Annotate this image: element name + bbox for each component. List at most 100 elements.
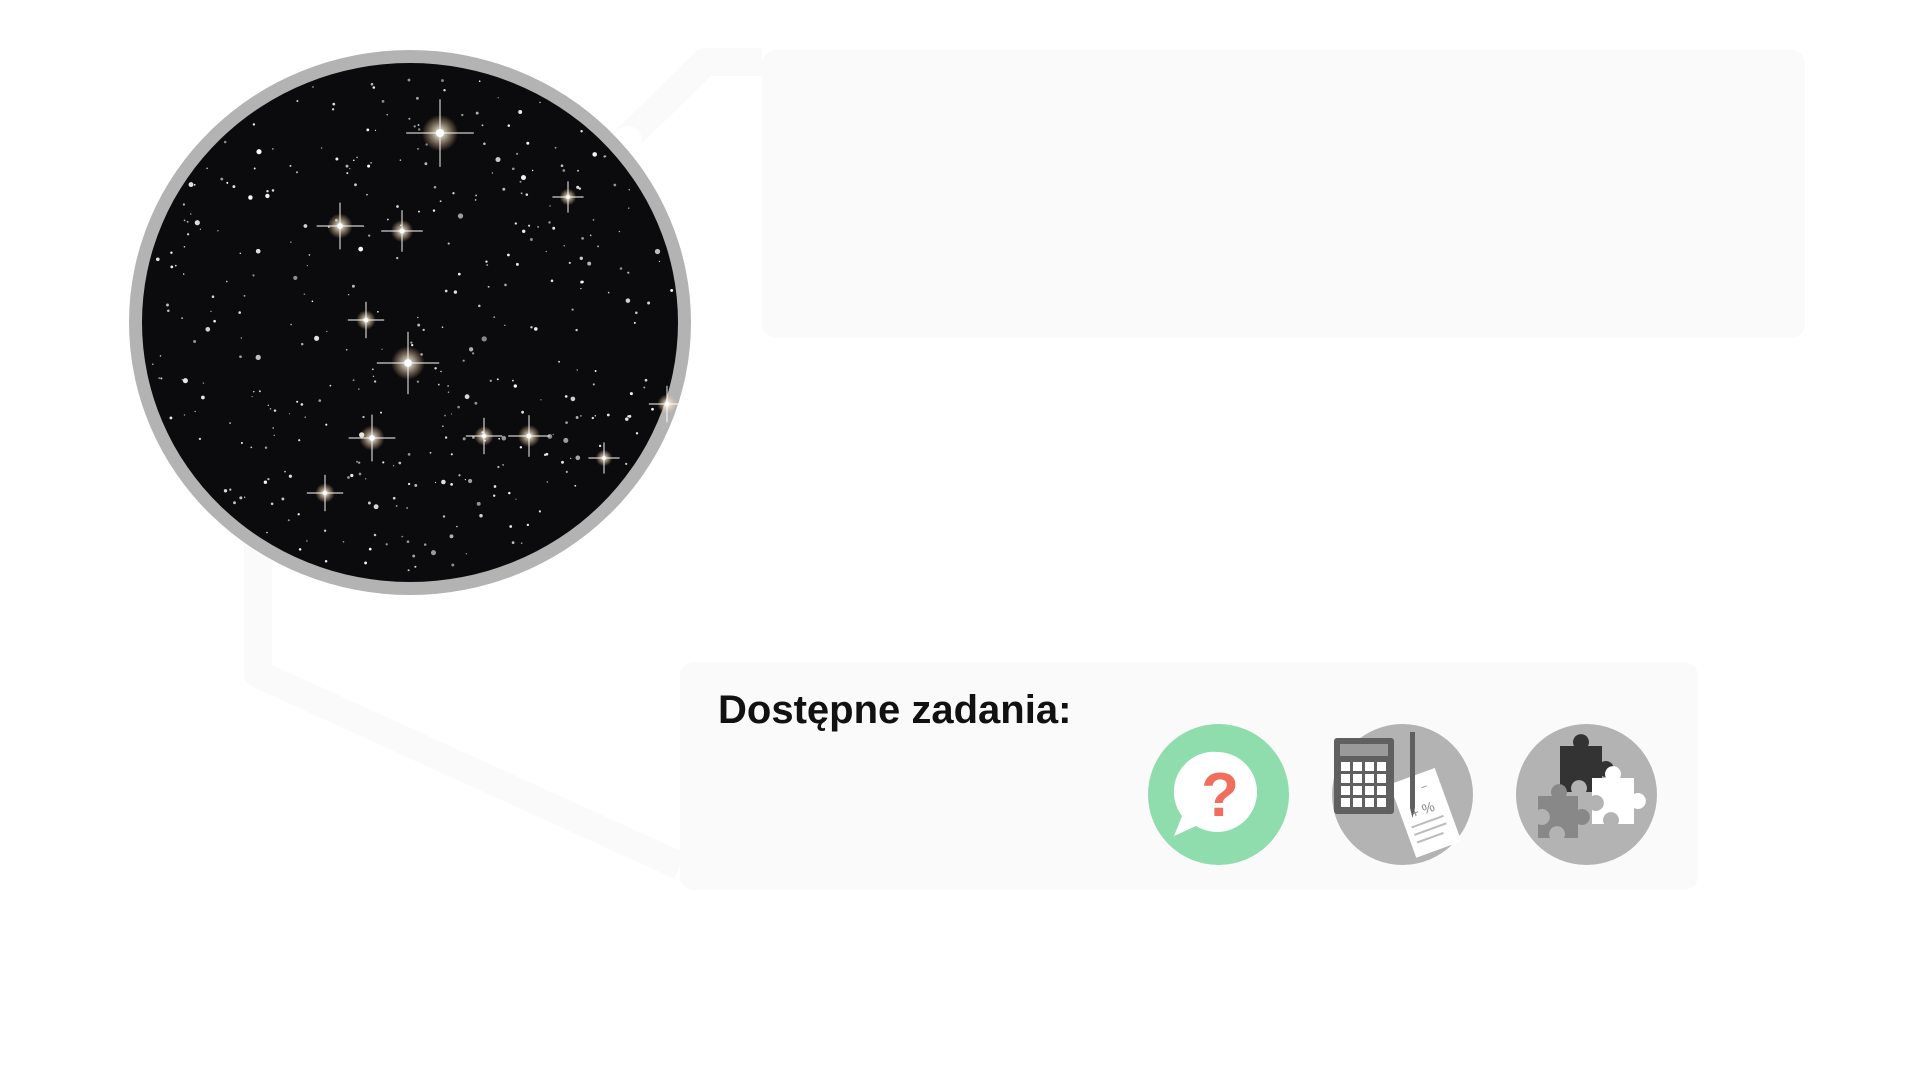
star: [233, 501, 236, 505]
star: [407, 78, 411, 82]
star: [456, 525, 458, 528]
star: [521, 410, 524, 414]
star: [525, 193, 529, 196]
star: [211, 295, 215, 298]
puzzle-task-button[interactable]: [1516, 724, 1657, 865]
star: [443, 88, 446, 92]
star: [495, 156, 501, 163]
star: [478, 304, 481, 308]
star: [493, 485, 497, 488]
star: [392, 464, 395, 467]
star: [464, 394, 470, 400]
star: [287, 519, 290, 522]
star: [651, 407, 654, 411]
star: [300, 342, 304, 346]
star: [531, 169, 534, 172]
star: [502, 187, 506, 191]
star: [167, 309, 170, 312]
star: [537, 225, 540, 228]
star: [581, 237, 584, 240]
star: [303, 293, 306, 296]
star: [597, 245, 600, 248]
star: [225, 280, 228, 283]
star: [476, 501, 481, 506]
star: [290, 323, 292, 326]
star: [417, 316, 419, 319]
star: [474, 401, 478, 405]
star: [442, 425, 444, 428]
star: [558, 360, 560, 363]
star: [498, 437, 501, 440]
star: [504, 283, 507, 287]
star: [497, 97, 499, 99]
star: [504, 324, 506, 327]
star: [561, 460, 564, 464]
star: [576, 369, 578, 371]
star: [335, 157, 339, 161]
star: [243, 294, 246, 297]
star: [587, 261, 592, 266]
star: [412, 554, 416, 558]
star: [511, 167, 515, 171]
star: [297, 513, 300, 516]
star: [253, 167, 256, 170]
star: [432, 209, 436, 212]
star: [181, 379, 183, 381]
star: [401, 535, 404, 538]
star: [183, 219, 186, 222]
star: [415, 96, 419, 100]
star: [563, 437, 569, 443]
star: [440, 370, 442, 373]
star-cluster-image: [129, 50, 691, 595]
star: [529, 237, 533, 242]
star: [367, 501, 371, 505]
star: [546, 481, 549, 483]
star: [447, 385, 449, 387]
star: [475, 194, 478, 197]
star: [670, 288, 674, 292]
star: [576, 169, 580, 172]
star: [406, 507, 408, 509]
star: [625, 462, 628, 466]
tasks-panel: Dostępne zadania: ? + % −: [680, 662, 1698, 890]
star: [362, 415, 365, 419]
star: [417, 323, 421, 327]
star: [449, 534, 454, 539]
star: [320, 147, 323, 149]
star: [226, 181, 229, 184]
star: [422, 328, 425, 332]
star: [550, 279, 554, 283]
star: [312, 86, 314, 88]
star: [370, 82, 374, 86]
star: [345, 348, 348, 351]
star: [387, 218, 389, 221]
star: [493, 316, 496, 318]
star: [186, 220, 189, 223]
star: [358, 246, 364, 252]
calculation-task-button[interactable]: + % −: [1332, 724, 1473, 865]
star: [457, 405, 460, 409]
star: [540, 399, 542, 401]
star: [444, 414, 446, 417]
star: [347, 293, 350, 296]
star: [392, 496, 396, 500]
star: [270, 502, 274, 506]
star: [450, 483, 453, 486]
star: [373, 533, 377, 537]
star: [205, 326, 211, 332]
star: [442, 515, 446, 518]
star: [331, 108, 335, 111]
star: [381, 348, 383, 350]
star: [314, 335, 320, 341]
star: [628, 207, 630, 209]
quiz-task-button[interactable]: ?: [1148, 724, 1289, 865]
star: [174, 264, 177, 267]
star: [407, 569, 410, 572]
star: [220, 177, 224, 181]
star: [374, 129, 377, 132]
star: [549, 205, 551, 207]
star: [606, 413, 610, 417]
star: [413, 125, 416, 128]
star: [565, 421, 568, 424]
star: [386, 113, 389, 116]
